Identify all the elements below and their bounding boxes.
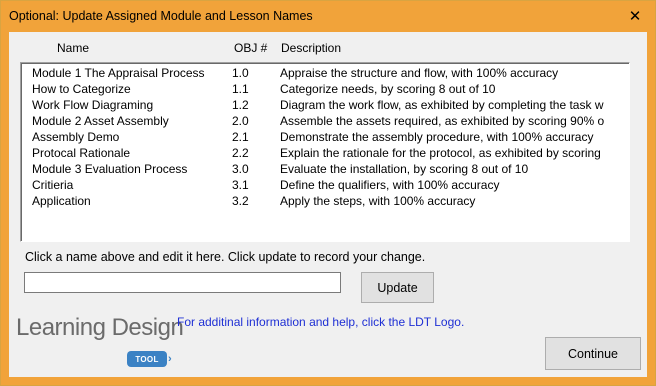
item-description: Apply the steps, with 100% accuracy <box>280 194 476 208</box>
item-name: Critieria <box>32 178 74 192</box>
title-bar[interactable]: Optional: Update Assigned Module and Les… <box>1 1 655 32</box>
update-button[interactable]: Update <box>361 272 434 303</box>
item-obj: 1.1 <box>232 82 249 96</box>
dialog-window: Optional: Update Assigned Module and Les… <box>0 0 656 386</box>
item-obj: 3.0 <box>232 162 249 176</box>
column-header-obj: OBJ # <box>234 41 268 55</box>
item-obj: 1.0 <box>232 66 249 80</box>
item-obj: 2.0 <box>232 114 249 128</box>
continue-button[interactable]: Continue <box>545 337 641 370</box>
item-obj: 1.2 <box>232 98 249 112</box>
item-name: Module 3 Evaluation Process <box>32 162 188 176</box>
dialog-body: Name OBJ # Description Module 1 The Appr… <box>9 32 647 377</box>
ldt-logo[interactable]: Learning Design TOOL › <box>16 314 184 372</box>
item-description: Categorize needs, by scoring 8 out of 10 <box>280 82 496 96</box>
item-description: Evaluate the installation, by scoring 8 … <box>280 162 529 176</box>
item-name: Module 2 Asset Assembly <box>32 114 169 128</box>
column-header-name: Name <box>57 41 90 55</box>
list-item[interactable]: Work Flow Diagraming 1.2 Diagram the wor… <box>21 97 629 113</box>
item-description: Explain the rationale for the protocol, … <box>280 146 601 160</box>
list-item[interactable]: Module 2 Asset Assembly 2.0 Assemble the… <box>21 113 629 129</box>
item-obj: 3.2 <box>232 194 249 208</box>
list-item[interactable]: Module 1 The Appraisal Process 1.0 Appra… <box>21 65 629 81</box>
close-icon[interactable]: ✕ <box>617 3 653 29</box>
column-header-description: Description <box>281 41 342 55</box>
edit-instruction: Click a name above and edit it here. Cli… <box>25 250 426 264</box>
item-name: Assembly Demo <box>32 130 120 144</box>
logo-tool-badge: TOOL › <box>127 351 172 367</box>
list-item[interactable]: Assembly Demo 2.1 Demonstrate the assemb… <box>21 129 629 145</box>
item-name: Work Flow Diagraming <box>32 98 154 112</box>
item-description: Demonstrate the assembly procedure, with… <box>280 130 594 144</box>
item-name: How to Categorize <box>32 82 131 96</box>
list-item[interactable]: Protocal Rationale 2.2 Explain the ratio… <box>21 145 629 161</box>
item-obj: 2.1 <box>232 130 249 144</box>
item-name: Protocal Rationale <box>32 146 131 160</box>
list-item[interactable]: Critieria 3.1 Define the qualifiers, wit… <box>21 177 629 193</box>
logo-wordmark: Learning Design <box>16 314 184 341</box>
list-item[interactable]: How to Categorize 1.1 Categorize needs, … <box>21 81 629 97</box>
item-obj: 3.1 <box>232 178 249 192</box>
item-description: Appraise the structure and flow, with 10… <box>280 66 559 80</box>
item-name: Application <box>32 194 91 208</box>
item-obj: 2.2 <box>232 146 249 160</box>
item-description: Define the qualifiers, with 100% accurac… <box>280 178 500 192</box>
name-edit-field[interactable] <box>24 272 341 293</box>
item-description: Assemble the assets required, as exhibit… <box>280 114 605 128</box>
help-text: For additinal information and help, clic… <box>177 315 465 329</box>
objectives-listbox[interactable]: Module 1 The Appraisal Process 1.0 Appra… <box>20 62 630 242</box>
list-item[interactable]: Module 3 Evaluation Process 3.0 Evaluate… <box>21 161 629 177</box>
item-name: Module 1 The Appraisal Process <box>32 66 205 80</box>
logo-tool-label: TOOL <box>135 354 159 364</box>
list-item[interactable]: Application 3.2 Apply the steps, with 10… <box>21 193 629 209</box>
window-title: Optional: Update Assigned Module and Les… <box>9 9 313 23</box>
item-description: Diagram the work flow, as exhibited by c… <box>280 98 604 112</box>
chevron-right-icon: › <box>168 353 172 365</box>
